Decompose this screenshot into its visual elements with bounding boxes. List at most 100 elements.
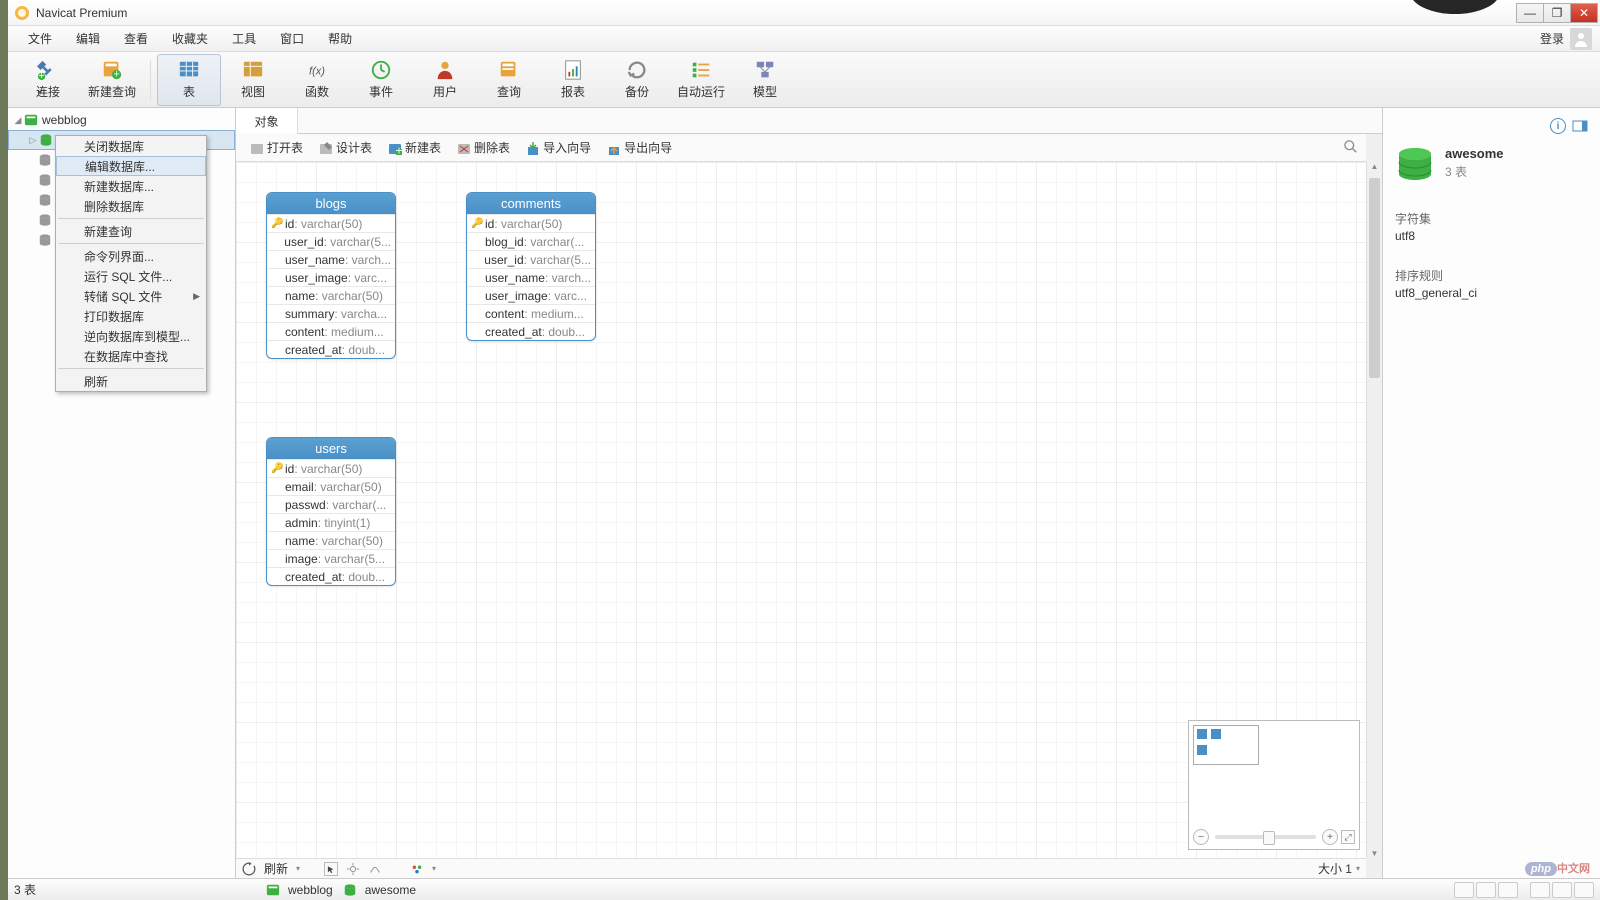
- table-column[interactable]: name: varchar(50): [267, 531, 395, 549]
- subtoolbar-export-wizard-button[interactable]: 导出向导: [601, 137, 678, 158]
- zoom-slider[interactable]: [1215, 835, 1316, 839]
- table-column[interactable]: 🔑id: varchar(50): [267, 459, 395, 477]
- menu-favorites[interactable]: 收藏夹: [160, 26, 220, 51]
- context-menu-item[interactable]: 打印数据库: [56, 306, 206, 326]
- panel-toggle-icon[interactable]: [1572, 118, 1588, 134]
- refresh-dropdown-icon[interactable]: ▾: [296, 864, 300, 873]
- table-comments[interactable]: comments🔑id: varchar(50)blog_id: varchar…: [466, 192, 596, 341]
- toolbar-query-button[interactable]: 查询: [477, 54, 541, 106]
- table-column[interactable]: user_name: varch...: [467, 268, 595, 286]
- connection-label: webblog: [42, 113, 87, 127]
- toolbar-function-button[interactable]: f(x)函数: [285, 54, 349, 106]
- context-menu-item[interactable]: 在数据库中查找: [56, 346, 206, 366]
- toolbar-newquery-button[interactable]: +新建查询: [80, 54, 144, 106]
- table-column[interactable]: 🔑id: varchar(50): [267, 214, 395, 232]
- toolbar-event-button[interactable]: 事件: [349, 54, 413, 106]
- table-column[interactable]: 🔑id: varchar(50): [467, 214, 595, 232]
- view-mode-detail-icon[interactable]: [1498, 882, 1518, 898]
- layout-left-icon[interactable]: [1530, 882, 1550, 898]
- toolbar-report-button[interactable]: 报表: [541, 54, 605, 106]
- table-header[interactable]: users: [267, 438, 395, 459]
- avatar-placeholder[interactable]: [1570, 28, 1592, 50]
- color-dropdown-icon[interactable]: ▾: [432, 864, 436, 873]
- minimize-button[interactable]: —: [1516, 3, 1544, 23]
- table-column[interactable]: user_id: varchar(5...: [467, 250, 595, 268]
- login-link[interactable]: 登录: [1534, 26, 1570, 51]
- tree-connection[interactable]: ◢ webblog: [8, 110, 235, 130]
- context-menu-item[interactable]: 关闭数据库: [56, 136, 206, 156]
- context-menu-item[interactable]: 命令列界面...: [56, 246, 206, 266]
- table-column[interactable]: content: medium...: [467, 304, 595, 322]
- subtoolbar-new-table-button[interactable]: +新建表: [382, 137, 447, 158]
- database-icon: [38, 173, 52, 187]
- table-column[interactable]: created_at: doub...: [267, 567, 395, 585]
- toolbar-connection-button[interactable]: +▾连接: [16, 54, 80, 106]
- view-mode-list-icon[interactable]: [1476, 882, 1496, 898]
- table-column[interactable]: blog_id: varchar(...: [467, 232, 595, 250]
- minimap[interactable]: − + ⤢: [1188, 720, 1360, 850]
- color-tool-icon[interactable]: [410, 862, 424, 876]
- toolbar-model-button[interactable]: 模型: [733, 54, 797, 106]
- table-column[interactable]: user_id: varchar(5...: [267, 232, 395, 250]
- menu-window[interactable]: 窗口: [268, 26, 316, 51]
- layout-right-icon[interactable]: [1574, 882, 1594, 898]
- view-mode-grid-icon[interactable]: [1454, 882, 1474, 898]
- new-table-icon: +: [388, 141, 402, 155]
- table-header[interactable]: blogs: [267, 193, 395, 214]
- table-column[interactable]: admin: tinyint(1): [267, 513, 395, 531]
- expand-icon[interactable]: ▷: [27, 135, 39, 146]
- fit-button[interactable]: ⤢: [1341, 830, 1355, 844]
- info-icon[interactable]: i: [1550, 118, 1566, 134]
- layout-bottom-icon[interactable]: [1552, 882, 1572, 898]
- table-column[interactable]: user_image: varc...: [267, 268, 395, 286]
- context-menu-item[interactable]: 刷新: [56, 371, 206, 391]
- menu-help[interactable]: 帮助: [316, 26, 364, 51]
- table-column[interactable]: name: varchar(50): [267, 286, 395, 304]
- context-menu-item[interactable]: 编辑数据库...: [56, 156, 206, 176]
- close-button[interactable]: ✕: [1570, 3, 1598, 23]
- table-column[interactable]: created_at: doub...: [467, 322, 595, 340]
- context-menu-item[interactable]: 新建数据库...: [56, 176, 206, 196]
- table-column[interactable]: image: varchar(5...: [267, 549, 395, 567]
- table-column[interactable]: email: varchar(50): [267, 477, 395, 495]
- refresh-label[interactable]: 刷新: [264, 860, 288, 877]
- toolbar-automation-button[interactable]: 自动运行: [669, 54, 733, 106]
- pointer-tool-icon[interactable]: [324, 862, 338, 876]
- subtoolbar-import-wizard-button[interactable]: 导入向导: [520, 137, 597, 158]
- vertical-scrollbar[interactable]: [1366, 162, 1382, 858]
- context-menu-item[interactable]: 逆向数据库到模型...: [56, 326, 206, 346]
- minimap-table-icon: [1197, 745, 1207, 755]
- link-tool-icon[interactable]: [368, 862, 382, 876]
- size-dropdown-icon[interactable]: ▾: [1356, 864, 1360, 873]
- maximize-button[interactable]: ❐: [1543, 3, 1571, 23]
- context-menu-item[interactable]: 转储 SQL 文件▶: [56, 286, 206, 306]
- table-column[interactable]: created_at: doub...: [267, 340, 395, 358]
- zoom-in-button[interactable]: +: [1322, 829, 1338, 845]
- collapse-icon[interactable]: ◢: [12, 115, 24, 126]
- scroll-thumb[interactable]: [1369, 178, 1380, 378]
- table-blogs[interactable]: blogs🔑id: varchar(50)user_id: varchar(5.…: [266, 192, 396, 359]
- menu-edit[interactable]: 编辑: [64, 26, 112, 51]
- table-column[interactable]: summary: varcha...: [267, 304, 395, 322]
- zoom-out-button[interactable]: −: [1193, 829, 1209, 845]
- toolbar-backup-button[interactable]: 备份: [605, 54, 669, 106]
- toolbar-view-button[interactable]: 视图: [221, 54, 285, 106]
- menu-view[interactable]: 查看: [112, 26, 160, 51]
- menu-file[interactable]: 文件: [16, 26, 64, 51]
- table-column[interactable]: user_name: varch...: [267, 250, 395, 268]
- toolbar-table-button[interactable]: 表: [157, 54, 221, 106]
- tab-objects[interactable]: 对象: [236, 108, 298, 134]
- context-menu-item[interactable]: 运行 SQL 文件...: [56, 266, 206, 286]
- table-column[interactable]: content: medium...: [267, 322, 395, 340]
- table-users[interactable]: users🔑id: varchar(50)email: varchar(50)p…: [266, 437, 396, 586]
- table-header[interactable]: comments: [467, 193, 595, 214]
- search-icon[interactable]: [1344, 140, 1358, 157]
- menu-tools[interactable]: 工具: [220, 26, 268, 51]
- toolbar-user-button[interactable]: 用户: [413, 54, 477, 106]
- table-column[interactable]: passwd: varchar(...: [267, 495, 395, 513]
- move-tool-icon[interactable]: [346, 862, 360, 876]
- context-menu-item[interactable]: 删除数据库: [56, 196, 206, 216]
- refresh-icon[interactable]: [242, 862, 256, 876]
- context-menu-item[interactable]: 新建查询: [56, 221, 206, 241]
- table-column[interactable]: user_image: varc...: [467, 286, 595, 304]
